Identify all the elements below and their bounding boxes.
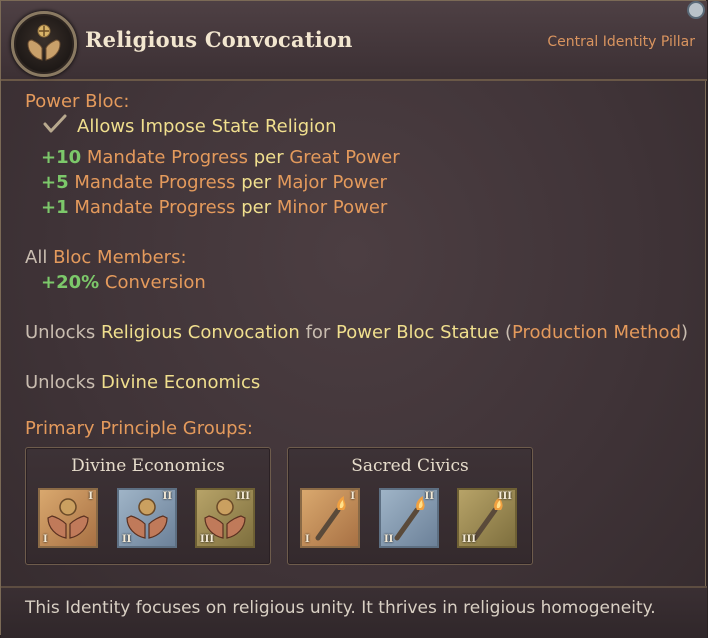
mandate-row-major: +5 Mandate Progress per Major Power [25,170,691,195]
mandate-per: per [241,197,272,218]
tier-label: I [88,491,93,502]
identity-type-label: Central Identity Pillar [547,34,695,50]
torch-icon[interactable]: III III [457,488,517,548]
mandate-text: Mandate Progress [74,197,236,218]
unlock-method-type: Production Method [512,322,681,343]
tier-label: I [305,534,310,545]
tier-label: II [384,534,394,545]
mandate-target: Minor Power [276,197,388,218]
mandate-text: Mandate Progress [74,172,236,193]
unlock-row-principle: Unlocks Divine Economics [25,370,691,395]
unlocks-prefix: Unlocks [25,372,96,393]
tier-label: III [235,491,250,502]
group-title: Divine Economics [71,456,225,476]
page-title: Religious Convocation [85,27,353,52]
bloc-members-label: Bloc Members: [53,247,187,268]
identity-description: This Identity focuses on religious unity… [25,598,656,618]
header: Religious Convocation Central Identity P… [1,1,707,81]
torch-icon[interactable]: II II [379,488,439,548]
tier-label: III [200,534,215,545]
conversion-label: Conversion [104,272,206,293]
mandate-row-great: +10 Mandate Progress per Great Power [25,145,691,170]
paren-open: ( [504,322,512,343]
unlock-building[interactable]: Power Bloc Statue [336,322,499,343]
checkmark-icon [43,114,67,141]
bloc-members-effect: +20% Conversion [25,270,691,295]
mandate-amount: +10 [41,147,82,168]
footer: This Identity focuses on religious unity… [1,586,707,638]
mandate-amount: +5 [41,172,69,193]
tier-label: III [462,534,477,545]
unlock-name[interactable]: Divine Economics [101,372,260,393]
mandate-target: Major Power [276,172,387,193]
principle-group-sacred-civics[interactable]: Sacred Civics I I II II III III [287,447,533,565]
praying-hands-icon[interactable]: II II [117,488,177,548]
praying-hands-icon[interactable]: III III [195,488,255,548]
praying-hands-emblem-icon [11,11,77,77]
tooltip-panel: Religious Convocation Central Identity P… [0,0,707,638]
tier-label: III [497,491,512,502]
mandate-per: per [241,172,272,193]
allows-text: Allows Impose State Religion [77,116,337,137]
tier-label: II [122,534,132,545]
principle-groups: Divine Economics I I II II III III Sacre… [25,447,533,565]
bloc-members-heading: All Bloc Members: [25,245,691,270]
power-bloc-label: Power Bloc: [25,91,130,112]
bloc-members-prefix: All [25,247,48,268]
conversion-amount: +20% [41,272,100,293]
mandate-row-minor: +1 Mandate Progress per Minor Power [25,195,691,220]
allows-row: Allows Impose State Religion [25,114,691,139]
mandate-amount: +1 [41,197,69,218]
tier-label: I [350,491,355,502]
unlock-name[interactable]: Religious Convocation [101,322,300,343]
mandate-target: Great Power [289,147,400,168]
unlock-for: for [305,322,331,343]
tier-label: I [43,534,48,545]
praying-hands-icon[interactable]: I I [38,488,98,548]
content: Power Bloc: Allows Impose State Religion… [25,89,691,441]
mandate-per: per [253,147,284,168]
mandate-text: Mandate Progress [86,147,248,168]
principle-groups-label: Primary Principle Groups: [25,418,253,439]
unlock-row-production-method: Unlocks Religious Convocation for Power … [25,320,691,345]
tier-label: II [424,491,434,502]
tier-label: II [162,491,172,502]
corner-pin-icon [687,1,705,19]
group-title: Sacred Civics [351,456,469,476]
torch-icon[interactable]: I I [300,488,360,548]
principle-group-divine-economics[interactable]: Divine Economics I I II II III III [25,447,271,565]
unlocks-prefix: Unlocks [25,322,96,343]
paren-close: ) [681,322,689,343]
